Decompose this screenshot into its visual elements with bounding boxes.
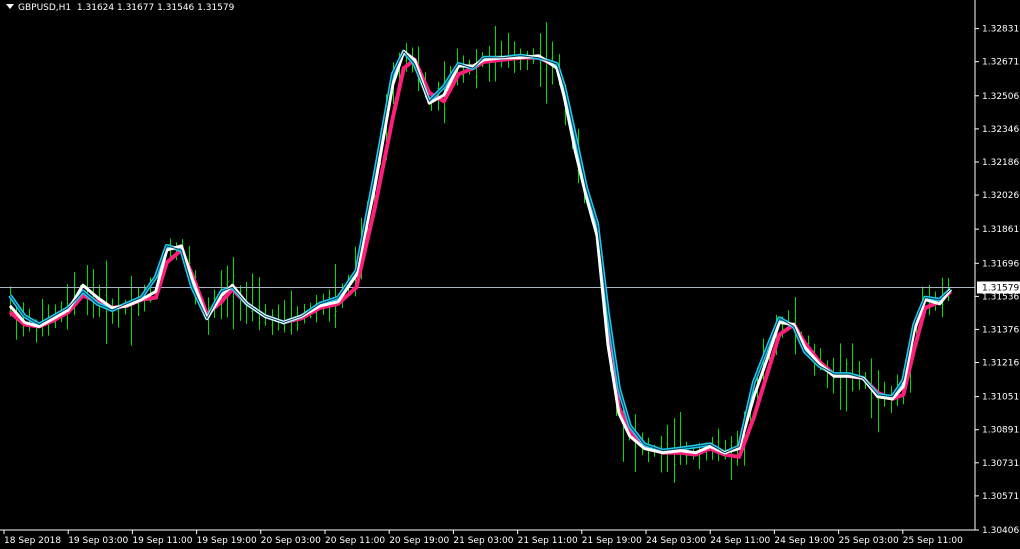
x-tick-label: 20 Sep 11:00 bbox=[325, 536, 385, 546]
x-tick-label: 18 Sep 2018 bbox=[4, 536, 61, 546]
y-tick-label: 1.32186 bbox=[982, 158, 1019, 168]
x-tick-label: 19 Sep 19:00 bbox=[197, 536, 257, 546]
y-tick-label: 1.31216 bbox=[982, 359, 1019, 369]
moving-average-lines bbox=[8, 49, 953, 459]
x-tick-label: 20 Sep 19:00 bbox=[389, 536, 449, 546]
x-tick-label: 24 Sep 19:00 bbox=[774, 536, 834, 546]
y-tick-label: 1.31051 bbox=[982, 393, 1019, 403]
y-tick-label: 1.31696 bbox=[982, 259, 1019, 269]
x-tick-label: 19 Sep 11:00 bbox=[132, 536, 192, 546]
y-tick-label: 1.32346 bbox=[982, 125, 1019, 135]
x-tick-label: 21 Sep 19:00 bbox=[582, 536, 642, 546]
time-axis[interactable]: 18 Sep 2018 19 Sep 03:00 19 Sep 11:00 19 Se… bbox=[0, 529, 975, 546]
ma-mid-line bbox=[8, 50, 952, 455]
candle-wicks bbox=[9, 22, 950, 483]
x-tick-label: 25 Sep 11:00 bbox=[903, 536, 963, 546]
x-tick-label: 20 Sep 03:00 bbox=[261, 536, 321, 546]
price-axis[interactable]: 1.32831 1.32671 1.32506 1.32346 1.32186 1.320… bbox=[974, 0, 1019, 536]
y-tick-label: 1.32026 bbox=[982, 191, 1019, 201]
y-tick-label: 1.32506 bbox=[982, 92, 1019, 102]
y-tick-label: 1.30406 bbox=[982, 526, 1019, 536]
price-chart[interactable]: 1.32831 1.32671 1.32506 1.32346 1.32186 1.320… bbox=[0, 0, 1020, 549]
x-tick-label: 21 Sep 03:00 bbox=[453, 536, 513, 546]
y-tick-label: 1.30891 bbox=[982, 426, 1019, 436]
y-tick-label: 1.30731 bbox=[982, 459, 1019, 469]
price-tag-label: 1.31579 bbox=[982, 283, 1019, 293]
current-price-tag: 1.31579 bbox=[977, 281, 1020, 294]
y-tick-label: 1.32831 bbox=[982, 25, 1019, 35]
y-tick-label: 1.31861 bbox=[982, 225, 1019, 235]
x-tick-label: 25 Sep 03:00 bbox=[839, 536, 899, 546]
ma-fast-core bbox=[9, 50, 952, 454]
x-tick-label: 24 Sep 03:00 bbox=[646, 536, 706, 546]
y-tick-label: 1.31536 bbox=[982, 292, 1019, 302]
ma-fast-line bbox=[8, 49, 953, 455]
y-tick-label: 1.32671 bbox=[982, 58, 1019, 68]
x-tick-label: 19 Sep 03:00 bbox=[68, 536, 128, 546]
ma-slow-line bbox=[8, 55, 953, 459]
x-tick-label: 21 Sep 11:00 bbox=[518, 536, 578, 546]
y-tick-label: 1.31376 bbox=[982, 325, 1019, 335]
x-tick-label: 24 Sep 11:00 bbox=[710, 536, 770, 546]
y-tick-label: 1.30571 bbox=[982, 492, 1019, 502]
